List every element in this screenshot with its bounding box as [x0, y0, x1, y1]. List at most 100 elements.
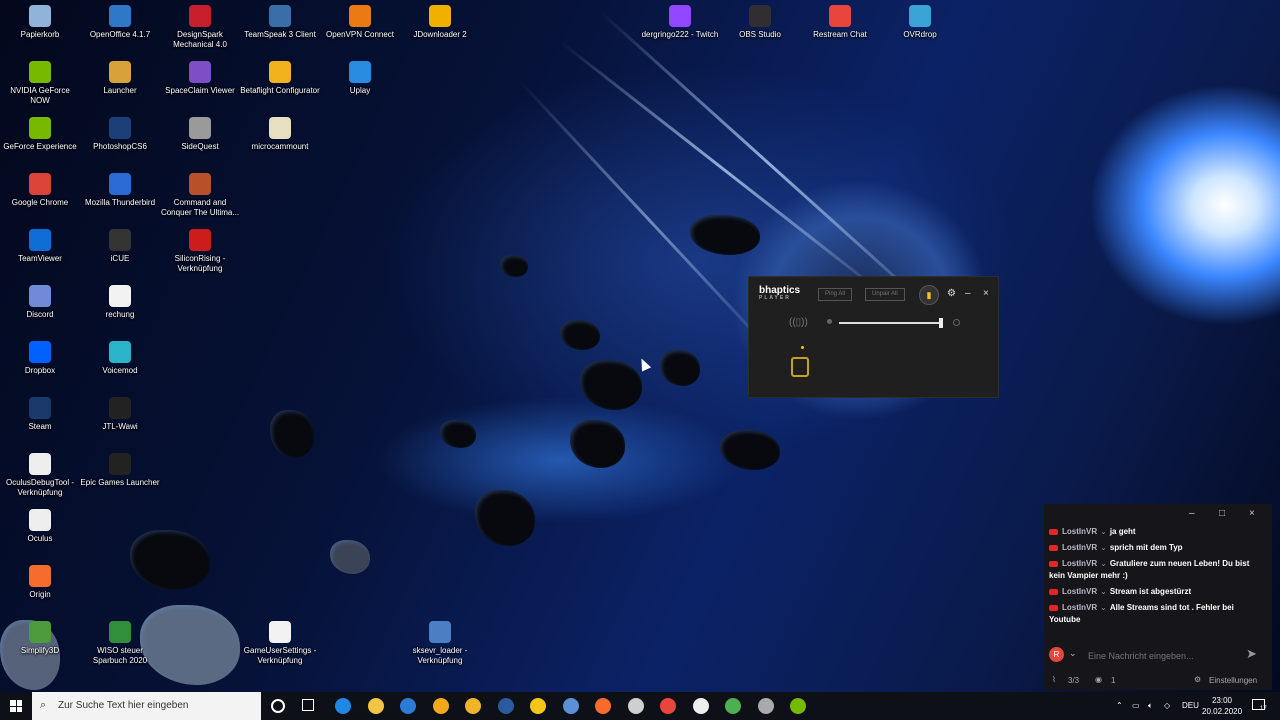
desktop-icon[interactable]: Discord	[0, 285, 80, 320]
file-explorer-icon[interactable]	[367, 698, 384, 714]
chevron-down-icon[interactable]: ⌄	[1100, 603, 1107, 612]
desktop-icon[interactable]: PhotoshopCS6	[80, 117, 160, 152]
desktop-icon[interactable]: Betaflight Configurator	[240, 61, 320, 96]
chat-close-icon[interactable]: ×	[1249, 508, 1255, 519]
close-icon[interactable]: ×	[983, 287, 989, 301]
ping-all-button[interactable]: Ping All	[818, 288, 853, 301]
desktop-icon[interactable]: TeamSpeak 3 Client	[240, 5, 320, 40]
desktop-icon[interactable]: Voicemod	[80, 341, 160, 376]
task-view-icon[interactable]	[302, 699, 314, 711]
bhaptics-icon[interactable]	[530, 698, 546, 714]
desktop-icon[interactable]: Oculus	[0, 509, 80, 544]
intensity-slider[interactable]	[839, 318, 943, 328]
geforce-icon[interactable]	[790, 698, 806, 714]
unpair-all-button[interactable]: Unpair All	[865, 288, 905, 301]
sidequest-icon[interactable]	[757, 698, 774, 714]
minimize-icon[interactable]: –	[965, 287, 971, 301]
clock[interactable]: 23:00 20.02.2020	[1202, 695, 1242, 717]
teamspeak-icon[interactable]	[562, 698, 579, 714]
desktop-icon[interactable]: Launcher	[80, 61, 160, 96]
settings-gear-icon[interactable]: ⚙	[1194, 675, 1201, 684]
desktop-icon[interactable]: Papierkorb	[0, 5, 80, 40]
desktop-icon[interactable]: Dropbox	[0, 341, 80, 376]
desktop-icon[interactable]: Google Chrome	[0, 173, 80, 208]
desktop-icon[interactable]: Uplay	[320, 61, 400, 96]
chat-minimize-icon[interactable]: –	[1189, 508, 1195, 519]
intensity-slider-knob[interactable]	[938, 318, 943, 328]
desktop-icon[interactable]: OculusDebugTool - Verknüpfung	[0, 453, 80, 498]
language-indicator[interactable]: DEU	[1182, 692, 1199, 720]
desktop-icon[interactable]: Epic Games Launcher	[80, 453, 160, 488]
desktop-icon[interactable]: TeamViewer	[0, 229, 80, 264]
chevron-down-icon[interactable]: ⌄	[1069, 648, 1077, 659]
desktop-icon[interactable]: iCUE	[80, 229, 160, 264]
restream-logo-icon[interactable]: R	[1049, 647, 1064, 662]
desktop-icon[interactable]: JTL-Wawi	[80, 397, 160, 432]
equalizer-icon[interactable]: ▮	[919, 285, 939, 305]
settings-link[interactable]: Einstellungen	[1209, 676, 1257, 685]
chevron-down-icon[interactable]: ⌄	[1100, 587, 1107, 596]
desktop-icon[interactable]: DesignSpark Mechanical 4.0	[160, 5, 240, 50]
epic-icon	[109, 453, 131, 475]
desktop-icon[interactable]: OBS Studio	[720, 5, 800, 40]
chat-maximize-icon[interactable]: □	[1219, 508, 1225, 519]
desktop-icon[interactable]: Origin	[0, 565, 80, 600]
desktop-icon[interactable]: Command and Conquer The Ultima...	[160, 173, 240, 218]
desktop-icon[interactable]: microcammount	[240, 117, 320, 152]
oculus-icon[interactable]	[692, 698, 709, 714]
tactot-vest-icon[interactable]	[791, 357, 809, 377]
desktop-icon-label: GameUserSettings - Verknüpfung	[243, 646, 317, 665]
photoshop-icon	[109, 117, 131, 139]
desktop-icon[interactable]: JDownloader 2	[400, 5, 480, 40]
origin-icon[interactable]	[595, 698, 611, 714]
betaflight-icon	[269, 61, 291, 83]
store-icon[interactable]	[400, 698, 416, 714]
steam-icon[interactable]	[497, 698, 514, 714]
send-icon[interactable]: ➤	[1246, 646, 1257, 662]
oculus-icon	[29, 453, 51, 475]
desktop-icon[interactable]: SpaceClaim Viewer	[160, 61, 240, 96]
windows-start-icon[interactable]	[10, 700, 22, 712]
taskbar: ⌕ Zur Suche Text hier eingeben ⌃ ▭ 🔈︎ ◇ …	[0, 692, 1280, 720]
desktop-icon[interactable]: NVIDIA GeForce NOW	[0, 61, 80, 106]
chevron-down-icon[interactable]: ⌄	[1100, 543, 1107, 552]
tray-dropbox-icon[interactable]: ◇	[1164, 692, 1170, 720]
desktop-icon[interactable]: Restream Chat	[800, 5, 880, 40]
desktop-icon[interactable]: Mozilla Thunderbird	[80, 173, 160, 208]
chrome-icon[interactable]	[465, 698, 481, 714]
folder-icon[interactable]	[432, 698, 449, 714]
tray-network-icon[interactable]: ▭	[1132, 692, 1140, 720]
edge-icon[interactable]	[335, 698, 351, 714]
chevron-down-icon[interactable]: ⌄	[1100, 527, 1107, 536]
rss-icon: ⌇	[1052, 675, 1056, 684]
desktop-icon[interactable]: Steam	[0, 397, 80, 432]
gear-icon[interactable]: ⚙	[947, 287, 956, 301]
taskbar-search-box[interactable]: ⌕ Zur Suche Text hier eingeben	[32, 692, 261, 720]
desktop-icon[interactable]: GameUserSettings - Verknüpfung	[240, 621, 320, 666]
tray-volume-icon[interactable]: 🔈︎	[1148, 692, 1153, 720]
chrome-icon[interactable]	[725, 698, 741, 714]
tray-chevron-icon[interactable]: ⌃	[1116, 692, 1123, 720]
desktop-icon[interactable]: OVRdrop	[880, 5, 960, 40]
voicemod-icon	[109, 341, 131, 363]
chat-message-input[interactable]	[1086, 646, 1240, 666]
desktop-icon-label: Command and Conquer The Ultima...	[160, 198, 240, 217]
restream-chat-window[interactable]: – □ × LostInVR ⌄ ja geht LostInVR ⌄ sprich mi…	[1044, 504, 1272, 690]
desktop-icon[interactable]: WISO steuer Sparbuch 2020	[80, 621, 160, 666]
desktop-icon[interactable]: OpenVPN Connect	[320, 5, 400, 40]
desktop-icon[interactable]: SideQuest	[160, 117, 240, 152]
desktop-icon[interactable]: OpenOffice 4.1.7	[80, 5, 160, 40]
chevron-down-icon[interactable]: ⌄	[1100, 559, 1107, 568]
twitch-icon	[669, 5, 691, 27]
desktop-icon[interactable]: GeForce Experience	[0, 117, 80, 152]
desktop-icon[interactable]: Simplify3D	[0, 621, 80, 656]
desktop-icon[interactable]: sksevr_loader - Verknüpfung	[400, 621, 480, 666]
desktop-icon[interactable]: SiliconRising - Verknüpfung	[160, 229, 240, 274]
desktop-icon[interactable]: rechung	[80, 285, 160, 320]
chat-username: LostInVR	[1062, 543, 1098, 552]
restream-icon[interactable]	[660, 698, 676, 714]
obs-icon[interactable]	[627, 698, 644, 714]
desktop-icon[interactable]: dergringo222 - Twitch	[640, 5, 720, 40]
bhaptics-player-window[interactable]: bhaptics PLAYER Ping All Unpair All ▮ ⚙ …	[748, 276, 999, 398]
cortana-icon[interactable]	[271, 699, 285, 713]
